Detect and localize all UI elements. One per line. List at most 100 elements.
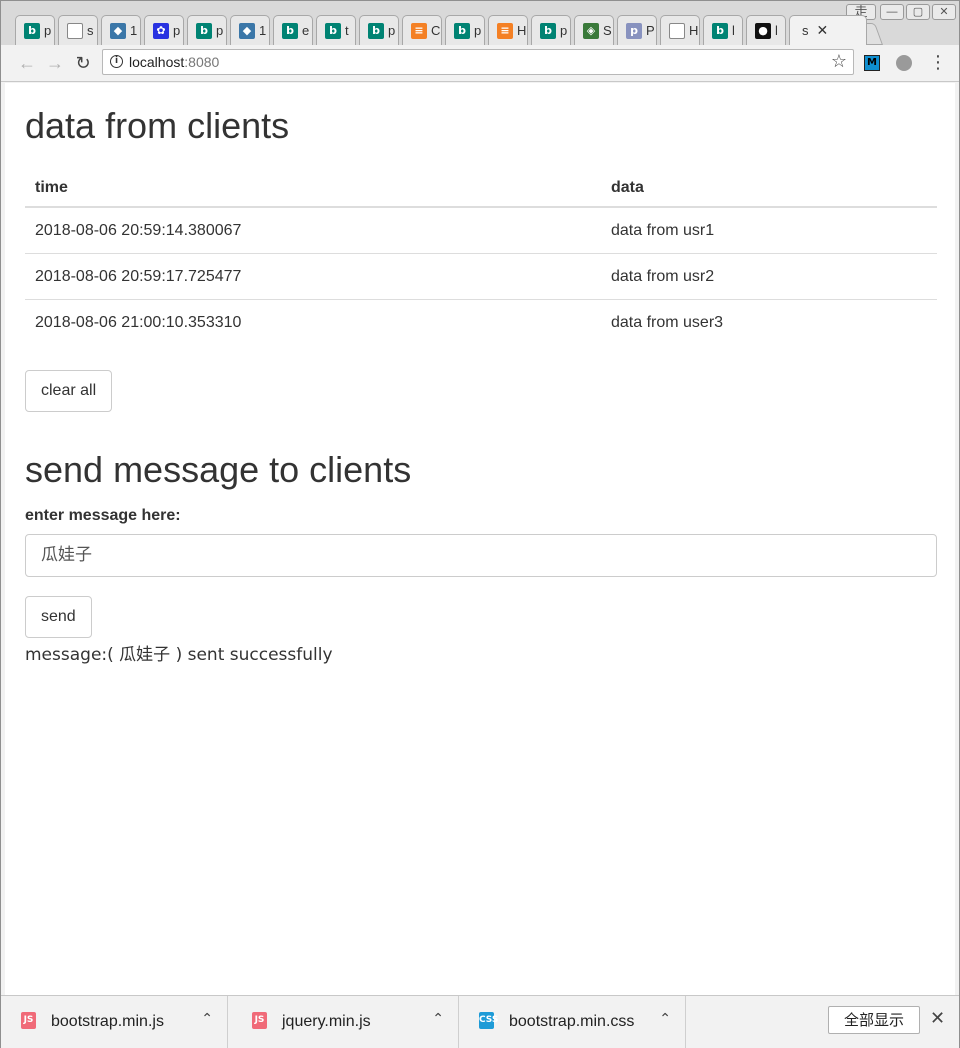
browser-tab[interactable]: ◈ S — [574, 15, 614, 45]
show-all-downloads-button[interactable]: 全部显示 — [828, 1006, 920, 1034]
forward-arrow-icon[interactable]: → — [45, 53, 65, 73]
tab-title: H — [689, 23, 699, 38]
column-header-time: time — [25, 169, 601, 208]
bing-icon: b — [325, 22, 341, 39]
bing-icon: b — [454, 22, 470, 39]
browser-tab[interactable]: bp — [15, 15, 55, 45]
url-host: localhost — [129, 54, 185, 70]
browser-tab[interactable]: pP — [617, 15, 657, 45]
baidu-icon: ✿ — [153, 22, 169, 39]
tab-title: p — [44, 23, 52, 38]
url-port: :8080 — [184, 54, 220, 70]
cell-data: data from user3 — [611, 313, 724, 331]
browser-tab-active[interactable]: s ✕ — [789, 15, 867, 45]
browser-tab[interactable]: s — [58, 15, 98, 45]
tab-title: p — [216, 23, 224, 38]
url-text: localhost:8080 — [129, 54, 219, 70]
menu-dots-icon[interactable]: ⋮ — [929, 52, 947, 73]
bing-icon: b — [196, 22, 212, 39]
browser-tab[interactable]: bp — [445, 15, 485, 45]
js-file-icon: JS — [21, 1012, 36, 1029]
clear-all-button[interactable]: clear all — [25, 370, 113, 412]
close-download-bar-icon[interactable]: ✕ — [930, 1008, 945, 1029]
tab-title: l — [775, 23, 778, 38]
tab-title: p — [173, 23, 181, 38]
send-button[interactable]: send — [25, 596, 92, 638]
browser-tab[interactable]: bp — [187, 15, 227, 45]
chevron-up-icon[interactable]: ⌃ — [201, 1010, 213, 1027]
tab-title: l — [732, 23, 735, 38]
browser-tab[interactable]: bt — [316, 15, 356, 45]
bookmark-star-icon[interactable]: ☆ — [831, 51, 847, 72]
tab-title: P — [646, 23, 655, 38]
close-window-button[interactable]: ✕ — [932, 4, 956, 20]
tab-title: 1 — [259, 23, 267, 38]
bing-icon: b — [24, 22, 40, 39]
browser-tab[interactable]: bp — [359, 15, 399, 45]
tab-title: s — [802, 23, 809, 38]
browser-tab[interactable]: bp — [531, 15, 571, 45]
tab-title: 1 — [130, 23, 138, 38]
cell-data: data from usr2 — [601, 253, 937, 300]
table-header-row: time data — [25, 169, 937, 208]
chevron-up-icon[interactable]: ⌃ — [659, 1010, 671, 1027]
extension-globe-icon[interactable] — [896, 55, 912, 71]
page-icon — [67, 22, 83, 39]
status-message: message:( 瓜娃子 ) sent successfully — [25, 645, 333, 665]
reload-icon[interactable]: ↻ — [73, 53, 93, 73]
browser-toolbar: ← → ↻ i localhost:8080 ☆ M ⋮ — [1, 45, 959, 82]
chevron-up-icon[interactable]: ⌃ — [432, 1010, 444, 1027]
bing-icon: b — [368, 22, 384, 39]
tab-title: e — [302, 23, 310, 38]
browser-tab[interactable]: ◆ 1 — [230, 15, 270, 45]
browser-tab[interactable]: bl — [703, 15, 743, 45]
download-bar: JS bootstrap.min.js ⌃ JS jquery.min.js ⌃… — [1, 995, 959, 1048]
tab-title: p — [388, 23, 396, 38]
message-input[interactable]: 瓜娃子 — [25, 534, 937, 577]
browser-tab[interactable]: ≡ C — [402, 15, 442, 45]
address-bar[interactable]: i localhost:8080 ☆ — [102, 49, 854, 75]
stackoverflow-icon: ≡ — [411, 22, 427, 39]
tab-strip: 走 — ▢ ✕ b p s ◆ 1 ✿ p b p ◆ 1 b e b t b p ≡ Cb p ≡ Hb p ◈ Sp P Hb l… — [1, 1, 959, 45]
tab-title: s — [87, 23, 94, 38]
minimize-button[interactable]: — — [880, 4, 904, 20]
php-icon: p — [626, 22, 642, 39]
page-icon — [669, 22, 685, 39]
column-header-data: data — [601, 169, 937, 208]
cell-time: 2018-08-06 20:59:17.725477 — [25, 253, 601, 300]
download-filename: jquery.min.js — [282, 1013, 371, 1030]
tab-title: p — [474, 23, 482, 38]
extension-m-icon[interactable]: M — [864, 55, 880, 71]
tab-title: t — [345, 23, 349, 38]
table-row: 2018-08-06 20:59:14.380067 data from usr… — [25, 207, 937, 254]
download-filename: bootstrap.min.js — [51, 1013, 164, 1030]
browser-tab[interactable]: ✿ p — [144, 15, 184, 45]
close-tab-icon[interactable]: ✕ — [817, 22, 829, 39]
info-icon[interactable]: i — [110, 55, 123, 68]
cell-data: data from usr1 — [601, 207, 937, 254]
cell-time: 2018-08-06 21:00:10.353310 — [35, 313, 242, 331]
diamond-icon: ◈ — [583, 22, 599, 39]
browser-tab[interactable]: ● l — [746, 15, 786, 45]
download-filename: bootstrap.min.css — [509, 1013, 635, 1030]
clients-heading: data from clients — [25, 105, 290, 146]
browser-tab[interactable]: ≡ H — [488, 15, 528, 45]
github-icon: ● — [755, 22, 771, 39]
table-row: 2018-08-06 20:59:17.725477 data from usr… — [25, 253, 937, 300]
maximize-button[interactable]: ▢ — [906, 4, 930, 20]
page-content: data from clients time data 2018-08-06 2… — [5, 83, 955, 995]
send-heading: send message to clients — [25, 449, 412, 490]
download-item[interactable]: JS jquery.min.js ⌃ — [232, 996, 459, 1048]
cell-time: 2018-08-06 20:59:14.380067 — [25, 207, 601, 254]
download-item[interactable]: CSS bootstrap.min.css ⌃ — [459, 996, 686, 1048]
stackoverflow-icon: ≡ — [497, 22, 513, 39]
browser-tab[interactable]: ◆ 1 — [101, 15, 141, 45]
bing-icon: b — [282, 22, 298, 39]
download-item[interactable]: JS bootstrap.min.js ⌃ — [1, 996, 228, 1048]
message-label: enter message here: — [25, 507, 181, 524]
back-arrow-icon[interactable]: ← — [17, 53, 37, 73]
browser-tab[interactable]: H — [660, 15, 700, 45]
browser-window: 走 — ▢ ✕ b p s ◆ 1 ✿ p b p ◆ 1 b e b t b p ≡ Cb p ≡ Hb p ◈ Sp P Hb l… — [0, 0, 960, 1048]
browser-tab[interactable]: be — [273, 15, 313, 45]
table-row: 2018-08-06 21:00:10.353310 data from use… — [25, 300, 937, 346]
